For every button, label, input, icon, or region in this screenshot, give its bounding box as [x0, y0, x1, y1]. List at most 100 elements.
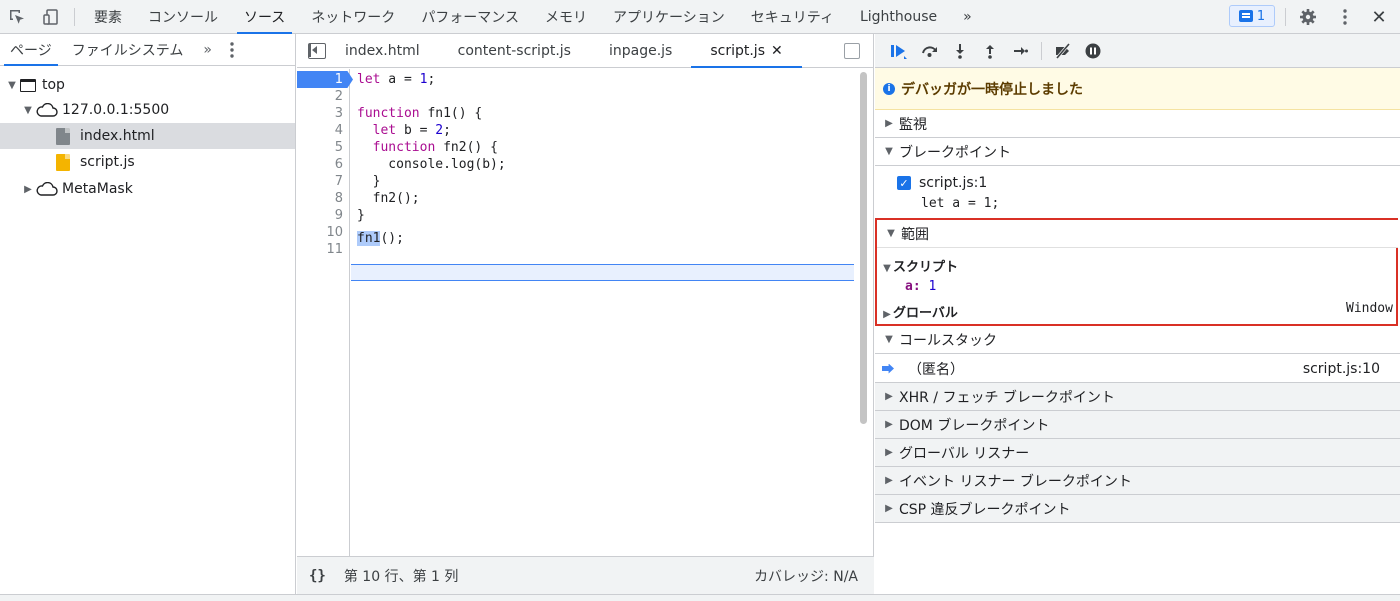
inspect-element-icon[interactable]	[0, 0, 34, 34]
code-line-10[interactable]: fn1();	[357, 230, 404, 247]
line-number-gutter[interactable]: 1 2 3 4 5 6 7 8 9 10 11	[297, 69, 353, 556]
code-line-4[interactable]: let b = 2;	[357, 122, 451, 139]
deactivate-breakpoints-button[interactable]	[1048, 36, 1078, 66]
code-line-6[interactable]: console.log(b);	[357, 156, 505, 173]
device-toolbar-icon[interactable]	[34, 0, 68, 34]
code-line-8[interactable]: fn2();	[357, 190, 420, 207]
tab-page[interactable]: ページ	[0, 34, 62, 66]
code-line-3[interactable]: function fn1() {	[357, 105, 482, 122]
scope-variable[interactable]: a: 1	[905, 279, 936, 294]
tab-security[interactable]: セキュリティ	[738, 0, 847, 34]
editor-tabs: index.html content-script.js inpage.js s…	[297, 34, 873, 68]
section-xhr-breakpoints[interactable]: ▶ XHR / フェッチ ブレークポイント	[875, 383, 1400, 411]
step-out-icon	[986, 44, 994, 59]
tree-item-top[interactable]: ▼ top	[0, 72, 295, 98]
line-number[interactable]: 4	[303, 122, 343, 139]
code-text: fn1() {	[419, 106, 483, 121]
tab-network[interactable]: ネットワーク	[298, 0, 408, 34]
scrollbar-thumb[interactable]	[860, 72, 867, 424]
pretty-print-button[interactable]: {}	[309, 568, 326, 584]
line-number[interactable]: 9	[303, 207, 343, 224]
frame-location[interactable]: script.js:10	[1303, 361, 1380, 377]
editor-tab-index-html[interactable]: index.html	[337, 34, 439, 68]
tree-item-metamask[interactable]: ▶ MetaMask	[0, 176, 295, 202]
section-csp-breakpoints[interactable]: ▶ CSP 違反ブレークポイント	[875, 495, 1400, 523]
tab-lighthouse[interactable]: Lighthouse	[847, 0, 950, 34]
tab-filesystem[interactable]: ファイルシステム	[62, 34, 194, 66]
breakpoint-code: let a = 1;	[921, 196, 1000, 211]
debugger-toolbar	[875, 34, 1400, 68]
pause-on-exceptions-icon	[1085, 43, 1101, 58]
breakpoint-item[interactable]: ✓ script.js:1	[897, 175, 987, 191]
settings-gear-icon[interactable]	[1291, 0, 1325, 34]
issues-button[interactable]: 1	[1229, 5, 1275, 27]
toggle-navigator-button[interactable]	[297, 34, 337, 68]
toggle-debugger-icon[interactable]	[844, 43, 860, 59]
tree-item-index-html[interactable]: index.html	[0, 123, 295, 149]
tree-item-label: MetaMask	[62, 181, 133, 197]
tab-sources[interactable]: ソース	[231, 0, 298, 34]
callstack-frame[interactable]: （匿名） script.js:10	[875, 355, 1400, 383]
expand-right-icon: ▶	[885, 503, 893, 514]
expand-right-icon: ▶	[885, 118, 893, 129]
section-dom-breakpoints[interactable]: ▶ DOM ブレークポイント	[875, 411, 1400, 439]
code-text: ;	[443, 123, 451, 138]
line-number[interactable]: 8	[303, 190, 343, 207]
step-out-button[interactable]	[975, 36, 1005, 66]
devtools-main-toolbar: 要素 コンソール ソース ネットワーク パフォーマンス メモリ アプリケーション…	[0, 0, 1400, 34]
tree-item-origin[interactable]: ▼ 127.0.0.1:5500	[0, 97, 295, 123]
more-tabs-button[interactable]: »	[950, 0, 985, 34]
breakpoint-checkbox[interactable]: ✓	[897, 176, 911, 190]
close-devtools-icon[interactable]: ✕	[1362, 0, 1396, 34]
tab-console[interactable]: コンソール	[135, 0, 231, 34]
line-number[interactable]: 11	[303, 241, 343, 258]
file-html-icon	[56, 127, 70, 145]
section-global-listeners[interactable]: ▶ グローバル リスナー	[875, 439, 1400, 467]
code-line-9[interactable]: }	[357, 207, 365, 224]
section-watch[interactable]: ▶ 監視	[875, 110, 1400, 138]
section-breakpoints[interactable]: ▼ ブレークポイント	[875, 138, 1400, 166]
more-options-icon[interactable]	[1328, 0, 1362, 34]
section-callstack[interactable]: ▼ コールスタック	[875, 326, 1400, 354]
editor-tab-script-js[interactable]: script.js ✕	[691, 34, 803, 68]
line-number[interactable]: 2	[303, 88, 343, 105]
tab-elements[interactable]: 要素	[81, 0, 135, 34]
tab-application[interactable]: アプリケーション	[600, 0, 738, 34]
resume-button[interactable]	[885, 36, 915, 66]
editor-tab-inpage-js[interactable]: inpage.js	[590, 34, 691, 68]
step-over-button[interactable]	[915, 36, 945, 66]
scope-script[interactable]: ▼ スクリプト	[881, 256, 958, 275]
step-button[interactable]	[1005, 36, 1035, 66]
info-icon: i	[883, 82, 895, 95]
toolbar-divider	[1285, 8, 1286, 26]
scope-global[interactable]: ▶ グローバル	[881, 302, 958, 321]
pause-on-exceptions-button[interactable]	[1078, 36, 1108, 66]
editor-tab-label: script.js	[710, 42, 765, 59]
navigator-more-button[interactable]: »	[193, 34, 222, 66]
line-number[interactable]: 6	[303, 156, 343, 173]
code-line-1[interactable]: let a = 1;	[357, 71, 435, 88]
code-line-7[interactable]: }	[357, 173, 381, 190]
navigator-menu-icon[interactable]	[222, 34, 242, 66]
line-number[interactable]: 1	[303, 71, 343, 88]
tab-memory[interactable]: メモリ	[532, 0, 600, 34]
variable-value: 1	[928, 279, 937, 294]
breakpoint-location: script.js:1	[919, 175, 988, 191]
section-scope[interactable]: ▼ 範囲	[877, 220, 1398, 248]
section-title: 監視	[899, 116, 927, 133]
issues-count: 1	[1256, 8, 1266, 24]
tab-performance[interactable]: パフォーマンス	[408, 0, 532, 34]
step-into-button[interactable]	[945, 36, 975, 66]
tree-item-label: 127.0.0.1:5500	[62, 102, 170, 118]
line-number[interactable]: 10	[303, 224, 343, 241]
tree-item-label: top	[42, 77, 65, 93]
code-line-5[interactable]: function fn2() {	[357, 139, 498, 156]
editor-tab-content-script-js[interactable]: content-script.js	[439, 34, 590, 68]
section-event-listener-breakpoints[interactable]: ▶ イベント リスナー ブレークポイント	[875, 467, 1400, 495]
line-number[interactable]: 5	[303, 139, 343, 156]
line-number[interactable]: 7	[303, 173, 343, 190]
close-tab-icon[interactable]: ✕	[771, 43, 783, 59]
editor-scrollbar[interactable]	[858, 72, 868, 554]
tree-item-script-js[interactable]: script.js	[0, 149, 295, 175]
line-number[interactable]: 3	[303, 105, 343, 122]
